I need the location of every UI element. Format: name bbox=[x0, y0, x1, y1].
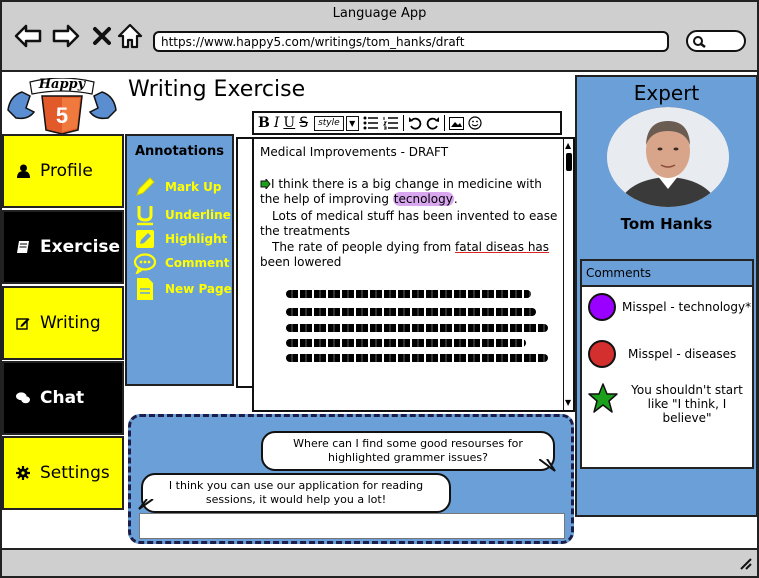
new-page-tool[interactable]: New Page bbox=[133, 278, 232, 300]
comment-item[interactable]: You shouldn't start like "I think, I bel… bbox=[588, 383, 752, 425]
chat-input[interactable] bbox=[139, 513, 565, 539]
bold-button[interactable]: B bbox=[258, 115, 270, 131]
person-photo-icon bbox=[607, 107, 729, 207]
comment-tool[interactable]: Comment bbox=[133, 252, 229, 274]
nav-profile[interactable]: Profile bbox=[2, 134, 124, 208]
search-input[interactable] bbox=[686, 30, 746, 52]
highlight-tool[interactable]: Highlight bbox=[133, 228, 227, 250]
logo: 5 Happy bbox=[4, 77, 120, 135]
markup-tool[interactable]: Mark Up bbox=[133, 176, 221, 198]
image-icon[interactable] bbox=[448, 116, 464, 130]
arrow-left-icon bbox=[14, 24, 42, 48]
app-title: Language App bbox=[332, 6, 427, 21]
undo-icon[interactable] bbox=[408, 116, 422, 130]
resize-grip-icon[interactable] bbox=[738, 558, 752, 570]
scribbled-text bbox=[286, 308, 536, 316]
comments-panel: Comments Misspel - technology* Misspel -… bbox=[580, 259, 754, 469]
editor-scrollbar[interactable]: ▲ ▼ bbox=[563, 139, 575, 410]
book-icon bbox=[16, 240, 30, 254]
nav-exercise[interactable]: Exercise bbox=[2, 210, 124, 284]
nav-label: Profile bbox=[40, 161, 93, 181]
underline-button[interactable]: U bbox=[283, 115, 295, 131]
paragraph-3: The rate of people dying from fatal dise… bbox=[260, 240, 550, 269]
nav-label: Chat bbox=[40, 388, 85, 408]
annotations-panel: Annotations Mark Up Underline Highlight … bbox=[125, 134, 234, 386]
chevron-down-icon[interactable]: ▼ bbox=[345, 115, 359, 131]
user-icon bbox=[16, 164, 30, 178]
edit-icon bbox=[16, 316, 30, 330]
chat-panel: Where can I find some good resourses for… bbox=[128, 414, 574, 544]
back-button[interactable] bbox=[14, 22, 42, 50]
underline-tool[interactable]: Underline bbox=[133, 204, 231, 226]
style-select[interactable]: style bbox=[314, 115, 344, 131]
bubble-tail-icon bbox=[138, 499, 154, 510]
url-input[interactable]: https://www.happy5.com/writings/tom_hank… bbox=[153, 31, 669, 52]
underline-icon bbox=[133, 204, 157, 226]
nav-settings[interactable]: Settings bbox=[2, 436, 124, 510]
editor-toolbar: B I U S style ▼ bbox=[252, 111, 562, 135]
comments-title: Comments bbox=[582, 261, 752, 287]
home-icon bbox=[117, 23, 143, 49]
expert-avatar bbox=[607, 107, 729, 207]
strikethrough-button[interactable]: S bbox=[299, 115, 308, 131]
italic-button[interactable]: I bbox=[274, 115, 280, 131]
scribbled-text bbox=[286, 339, 526, 347]
nav-writing[interactable]: Writing bbox=[2, 286, 124, 360]
scribbled-text bbox=[286, 324, 548, 332]
close-icon bbox=[93, 27, 111, 45]
gear-icon bbox=[16, 466, 30, 480]
numbered-list-icon[interactable] bbox=[382, 116, 399, 130]
forward-button[interactable] bbox=[52, 22, 80, 50]
nav-label: Exercise bbox=[40, 237, 121, 257]
pencil-icon bbox=[133, 176, 157, 198]
red-circle-icon bbox=[588, 340, 616, 368]
scroll-up-icon: ▲ bbox=[565, 141, 572, 150]
bullet-list-icon[interactable] bbox=[363, 116, 379, 130]
stop-button[interactable] bbox=[88, 22, 116, 50]
expert-title: Expert bbox=[633, 81, 700, 105]
toolbar-divider bbox=[443, 115, 445, 131]
highlighted-word: tecnology bbox=[392, 192, 454, 206]
paragraph-2: Lots of medical stuff has been invented … bbox=[260, 209, 558, 238]
expert-name: Tom Hanks bbox=[620, 215, 713, 233]
home-button[interactable] bbox=[116, 22, 144, 50]
paragraph-1: I think there is a big change in medicin… bbox=[260, 177, 542, 206]
toolbar-divider bbox=[402, 115, 404, 131]
nav-label: Writing bbox=[40, 313, 101, 333]
annotations-title: Annotations bbox=[134, 144, 225, 159]
arrow-right-icon bbox=[52, 24, 80, 48]
logo-text: Happy bbox=[38, 77, 86, 92]
scroll-down-icon: ▼ bbox=[565, 398, 572, 407]
underlined-error: fatal diseas has bbox=[455, 240, 550, 254]
page-title: Writing Exercise bbox=[128, 77, 306, 102]
scroll-thumb[interactable] bbox=[566, 153, 572, 171]
bubble-tail-icon bbox=[539, 459, 556, 472]
redo-icon[interactable] bbox=[426, 116, 440, 130]
document-heading: Medical Improvements - DRAFT bbox=[260, 145, 449, 159]
document-editor[interactable]: Medical Improvements - DRAFT I think the… bbox=[252, 137, 575, 412]
purple-circle-icon bbox=[588, 293, 616, 321]
nav-chat[interactable]: Chat bbox=[2, 361, 124, 435]
comment-item[interactable]: Misspel - diseases bbox=[588, 340, 736, 368]
svg-text:5: 5 bbox=[56, 103, 68, 128]
chat-message-incoming: Where can I find some good resourses for… bbox=[261, 431, 555, 471]
search-icon bbox=[693, 36, 706, 48]
green-star-icon bbox=[588, 383, 618, 413]
window-statusbar bbox=[0, 548, 759, 578]
arrow-marker-icon bbox=[260, 177, 271, 191]
scribbled-text bbox=[286, 290, 531, 298]
scribbled-text bbox=[286, 354, 548, 362]
new-page-icon bbox=[133, 278, 157, 300]
nav-label: Settings bbox=[40, 463, 110, 483]
comment-icon bbox=[133, 252, 157, 274]
chat-message-outgoing: I think you can use our application for … bbox=[141, 473, 451, 513]
comment-item[interactable]: Misspel - technology* bbox=[588, 293, 751, 321]
emoji-icon[interactable] bbox=[468, 116, 482, 130]
highlighter-icon bbox=[133, 228, 157, 250]
chat-icon bbox=[16, 391, 30, 405]
